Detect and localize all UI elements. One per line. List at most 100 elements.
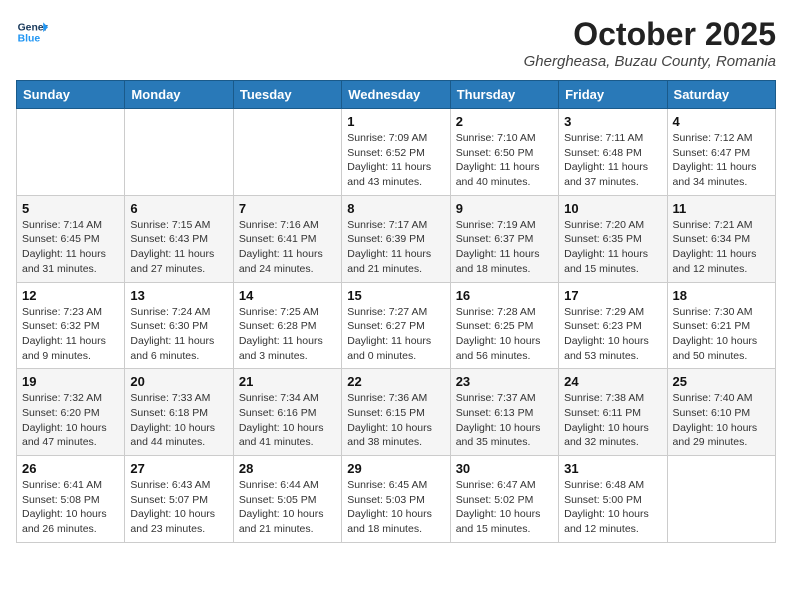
day-info-line: Sunset: 5:05 PM — [239, 494, 317, 506]
day-info-line: and 56 minutes. — [456, 350, 531, 362]
calendar-cell: 3Sunrise: 7:11 AMSunset: 6:48 PMDaylight… — [559, 109, 667, 196]
day-number: 6 — [130, 201, 227, 216]
day-number: 5 — [22, 201, 119, 216]
day-number: 8 — [347, 201, 444, 216]
calendar-cell — [233, 109, 341, 196]
day-info-line: Sunset: 6:37 PM — [456, 233, 534, 245]
day-info-line: Sunset: 6:45 PM — [22, 233, 100, 245]
day-info-line: and 21 minutes. — [239, 523, 314, 535]
day-info: Sunrise: 7:28 AMSunset: 6:25 PMDaylight:… — [456, 305, 553, 364]
day-info-line: Daylight: 11 hours — [564, 161, 648, 173]
day-number: 26 — [22, 461, 119, 476]
day-info-line: and 18 minutes. — [456, 263, 531, 275]
day-number: 30 — [456, 461, 553, 476]
day-info-line: Daylight: 10 hours — [347, 508, 432, 520]
day-info-line: Daylight: 11 hours — [456, 248, 540, 260]
day-number: 31 — [564, 461, 661, 476]
day-info: Sunrise: 7:38 AMSunset: 6:11 PMDaylight:… — [564, 391, 661, 450]
day-info-line: Daylight: 11 hours — [130, 335, 214, 347]
calendar-cell: 7Sunrise: 7:16 AMSunset: 6:41 PMDaylight… — [233, 195, 341, 282]
day-info-line: and 43 minutes. — [347, 176, 422, 188]
svg-text:Blue: Blue — [18, 34, 41, 45]
day-info-line: Daylight: 11 hours — [456, 161, 540, 173]
day-info-line: Daylight: 10 hours — [22, 508, 107, 520]
weekday-header-thursday: Thursday — [450, 81, 558, 109]
day-number: 3 — [564, 114, 661, 129]
day-number: 7 — [239, 201, 336, 216]
day-number: 4 — [673, 114, 770, 129]
calendar-cell — [17, 109, 125, 196]
day-info: Sunrise: 7:23 AMSunset: 6:32 PMDaylight:… — [22, 305, 119, 364]
day-info-line: and 41 minutes. — [239, 436, 314, 448]
day-info-line: Sunset: 6:25 PM — [456, 320, 534, 332]
day-info-line: Daylight: 10 hours — [456, 508, 541, 520]
day-number: 2 — [456, 114, 553, 129]
day-info-line: Sunrise: 7:23 AM — [22, 306, 102, 318]
day-number: 24 — [564, 374, 661, 389]
weekday-header-sunday: Sunday — [17, 81, 125, 109]
calendar-week-3: 12Sunrise: 7:23 AMSunset: 6:32 PMDayligh… — [17, 282, 776, 369]
calendar-cell: 4 Sunrise: 7:12 AMSunset: 6:47 PMDaylight… — [667, 109, 775, 196]
calendar-cell: 29Sunrise: 6:45 AMSunset: 5:03 PMDayligh… — [342, 456, 450, 543]
day-info: Sunrise: 7:20 AMSunset: 6:35 PMDaylight:… — [564, 218, 661, 277]
day-info: Sunrise: 7:27 AMSunset: 6:27 PMDaylight:… — [347, 305, 444, 364]
day-info-line: Sunrise: 7:32 AM — [22, 392, 102, 404]
day-info-line: and 53 minutes. — [564, 350, 639, 362]
calendar-cell: 13Sunrise: 7:24 AMSunset: 6:30 PMDayligh… — [125, 282, 233, 369]
day-info-line: Daylight: 11 hours — [239, 335, 323, 347]
day-info-line: Daylight: 10 hours — [239, 422, 324, 434]
day-info-line: Daylight: 10 hours — [130, 508, 215, 520]
calendar-cell: 28Sunrise: 6:44 AMSunset: 5:05 PMDayligh… — [233, 456, 341, 543]
calendar-cell: 15Sunrise: 7:27 AMSunset: 6:27 PMDayligh… — [342, 282, 450, 369]
day-info: Sunrise: 7:19 AM Sunset: 6:37 PM Daylight:… — [456, 218, 553, 277]
day-info: Sunrise: 7:32 AMSunset: 6:20 PMDaylight:… — [22, 391, 119, 450]
day-info-line: Sunrise: 7:37 AM — [456, 392, 536, 404]
day-info-line: Daylight: 11 hours — [564, 248, 648, 260]
day-number: 23 — [456, 374, 553, 389]
calendar-cell: 6Sunrise: 7:15 AMSunset: 6:43 PMDaylight… — [125, 195, 233, 282]
day-info-line: and 44 minutes. — [130, 436, 205, 448]
calendar-table: SundayMondayTuesdayWednesdayThursdayFrid… — [16, 80, 776, 543]
calendar-cell: 12Sunrise: 7:23 AMSunset: 6:32 PMDayligh… — [17, 282, 125, 369]
day-info-line: Sunrise: 7:29 AM — [564, 306, 644, 318]
day-info: Sunrise: 6:48 AMSunset: 5:00 PMDaylight:… — [564, 478, 661, 537]
day-info-line: Sunrise: 7:27 AM — [347, 306, 427, 318]
day-info-line: Sunset: 6:48 PM — [564, 147, 642, 159]
day-number: 19 — [22, 374, 119, 389]
day-info-line: and 23 minutes. — [130, 523, 205, 535]
day-info-line: and 9 minutes. — [22, 350, 91, 362]
day-info: Sunrise: 7:09 AMSunset: 6:52 PMDaylight:… — [347, 131, 444, 190]
calendar-cell: 21Sunrise: 7:34 AMSunset: 6:16 PMDayligh… — [233, 369, 341, 456]
day-info-line: Daylight: 11 hours — [22, 248, 106, 260]
day-info-line: and 27 minutes. — [130, 263, 205, 275]
day-info-line: Daylight: 10 hours — [347, 422, 432, 434]
day-info-line: Sunrise: 7:15 AM — [130, 219, 210, 231]
day-info-line: Sunset: 5:03 PM — [347, 494, 425, 506]
day-info-line: Sunrise: 7:10 AM — [456, 132, 536, 144]
day-number: 16 — [456, 288, 553, 303]
day-info-line: Sunset: 6:21 PM — [673, 320, 751, 332]
day-info-line: Sunrise: 7:38 AM — [564, 392, 644, 404]
day-info-line: Sunrise: 7:28 AM — [456, 306, 536, 318]
calendar-cell: 23Sunrise: 7:37 AMSunset: 6:13 PMDayligh… — [450, 369, 558, 456]
calendar-cell: 27Sunrise: 6:43 AMSunset: 5:07 PMDayligh… — [125, 456, 233, 543]
day-info-line: Daylight: 10 hours — [673, 422, 758, 434]
day-info: Sunrise: 7:12 AMSunset: 6:47 PMDaylight:… — [673, 131, 770, 190]
day-info: Sunrise: 7:17 AMSunset: 6:39 PMDaylight:… — [347, 218, 444, 277]
day-info-line: Daylight: 10 hours — [564, 335, 649, 347]
day-info-line: and 0 minutes. — [347, 350, 416, 362]
day-info-line: Sunrise: 6:48 AM — [564, 479, 644, 491]
day-info-line: and 12 minutes. — [564, 523, 639, 535]
day-info: Sunrise: 7:40 AMSunset: 6:10 PMDaylight:… — [673, 391, 770, 450]
weekday-header-saturday: Saturday — [667, 81, 775, 109]
day-info-line: Daylight: 11 hours — [22, 335, 106, 347]
day-info-line: Daylight: 10 hours — [564, 508, 649, 520]
calendar-cell: 2 Sunrise: 7:10 AMSunset: 6:50 PMDaylight… — [450, 109, 558, 196]
day-info: Sunrise: 7:10 AMSunset: 6:50 PMDaylight:… — [456, 131, 553, 190]
calendar-cell: 20Sunrise: 7:33 AMSunset: 6:18 PMDayligh… — [125, 369, 233, 456]
day-info-line: and 24 minutes. — [239, 263, 314, 275]
logo-icon: General Blue — [16, 16, 48, 48]
day-info-line: Sunrise: 7:19 AM — [456, 219, 536, 231]
day-info-line: Daylight: 11 hours — [239, 248, 323, 260]
day-info-line: Daylight: 10 hours — [130, 422, 215, 434]
